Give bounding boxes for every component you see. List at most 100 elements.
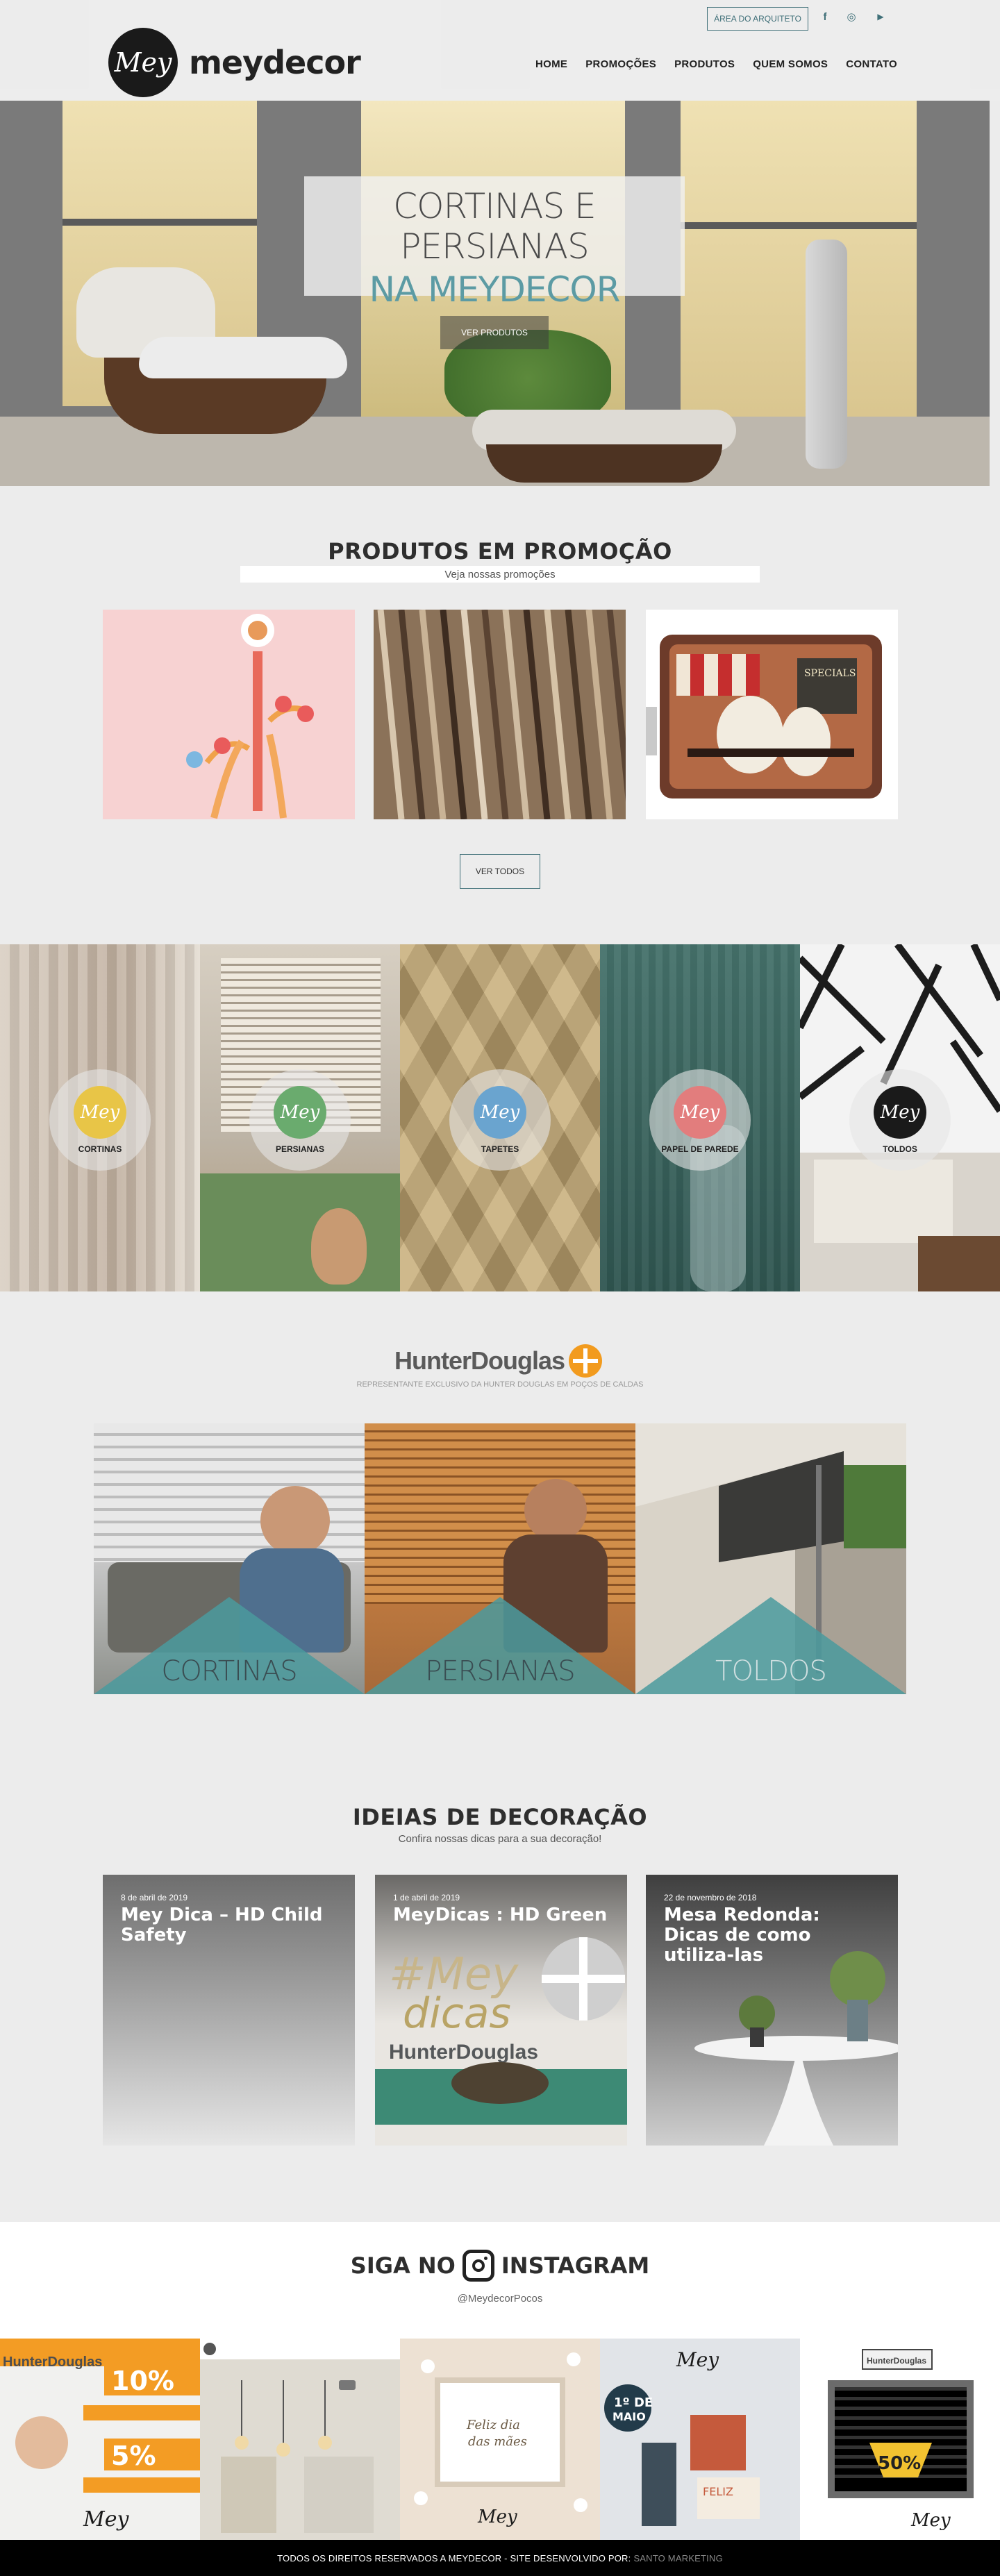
svg-text:dicas: dicas <box>403 1989 511 2038</box>
architect-area-button[interactable]: ÁREA DO ARQUITETO <box>707 7 808 31</box>
nav-home[interactable]: HOME <box>535 58 567 70</box>
instagram-icon <box>462 2250 494 2282</box>
instagram-handle[interactable]: @MeydecorPocos <box>0 2293 1000 2305</box>
hunter-douglas-panels: CORTINAS PERSIANAS TOLDOS <box>94 1423 906 1694</box>
category-badge: Mey CORTINAS <box>49 1069 151 1171</box>
ideas-subtitle: Confira nossas dicas para a sua decoraçã… <box>398 1833 602 1845</box>
instagram-title[interactable]: SIGA NO INSTAGRAM <box>0 2250 1000 2282</box>
persianas-vase <box>311 1208 367 1285</box>
category-label: PERSIANAS <box>275 1144 324 1154</box>
site-header: Mey meydecor ÁREA DO ARQUITETO f ◎ ▶ HOM… <box>0 0 1000 101</box>
hunter-douglas-logo: HunterDouglas <box>394 1344 603 1378</box>
hunter-douglas-star-icon <box>569 1344 603 1378</box>
panel-label: CORTINAS <box>161 1655 297 1687</box>
cowhide-rug-image <box>374 610 626 819</box>
category-tapetes[interactable]: Mey TAPETES <box>400 944 600 1291</box>
hero-banner: CORTINAS E PERSIANAS NA MEYDECOR VER PRO… <box>0 101 990 486</box>
hero-ottoman-base <box>486 444 722 483</box>
category-badge: Mey TAPETES <box>449 1069 551 1171</box>
category-papel-de-parede[interactable]: Mey PAPEL DE PAREDE <box>600 944 800 1291</box>
svg-text:HunterDouglas: HunterDouglas <box>867 2356 926 2366</box>
mey-logo-icon: Mey <box>674 1086 726 1139</box>
category-badge: Mey PERSIANAS <box>249 1069 351 1171</box>
promo-subtitle: Veja nossas promoções <box>240 566 760 583</box>
category-label: TOLDOS <box>883 1144 917 1154</box>
blog-post-title: MeyDicas : HD Green <box>393 1905 608 1925</box>
site-footer: TODOS OS DIREITOS RESERVADOS A MEYDECOR … <box>0 2540 1000 2576</box>
promo-title: PRODUTOS EM PROMOÇÃO <box>328 538 672 564</box>
hero-subheadline: NA MEYDECOR <box>369 269 621 310</box>
promo-product-card[interactable] <box>103 610 355 819</box>
blog-post-card[interactable]: #Mey dicas HunterDouglas 1 de abril de 2… <box>375 1875 627 2146</box>
persianas-room <box>200 1173 400 1291</box>
panel-cortinas[interactable]: CORTINAS <box>94 1423 365 1694</box>
blog-post-date: 8 de abril de 2019 <box>121 1893 188 1902</box>
panel-label: TOLDOS <box>715 1655 827 1687</box>
category-cortinas[interactable]: Mey CORTINAS <box>0 944 200 1291</box>
nav-quem-somos[interactable]: QUEM SOMOS <box>753 58 828 70</box>
blog-post-card[interactable]: 8 de abril de 2019 Mey Dica – HD Child S… <box>103 1875 355 2146</box>
zebra-shade <box>94 1423 365 1562</box>
view-products-button[interactable]: VER PRODUTOS <box>440 316 549 349</box>
category-label: TAPETES <box>481 1144 519 1154</box>
instagram-post[interactable] <box>200 2339 400 2540</box>
site-logo[interactable]: Mey meydecor <box>108 28 361 97</box>
mey-logo-icon: Mey <box>274 1086 326 1139</box>
svg-text:Mey: Mey <box>477 2507 517 2527</box>
category-strip: Mey CORTINAS Mey PERSIANAS Mey TAPETES M… <box>0 944 1000 1291</box>
labor-day-post-image: Mey 1º DE MAIO FELIZ <box>600 2339 800 2540</box>
blog-post-title: Mesa Redonda: Dicas de como utiliza-las <box>664 1905 820 1966</box>
chef-wall-art-image: SPECIALS <box>646 610 898 819</box>
mey-logo-icon: Mey <box>74 1086 126 1139</box>
hero-window-right <box>681 101 917 427</box>
category-persianas[interactable]: Mey PERSIANAS <box>200 944 400 1291</box>
category-toldos[interactable]: Mey TOLDOS <box>800 944 1000 1291</box>
instagram-post[interactable]: Feliz dia das mães Mey <box>400 2339 600 2540</box>
svg-text:HunterDouglas: HunterDouglas <box>3 2355 102 2370</box>
svg-text:Mey: Mey <box>676 2348 719 2371</box>
footer-developer-link[interactable]: SANTO MARKETING <box>633 2553 722 2564</box>
discount-post-image: HunterDouglas 10% 5% Mey <box>0 2339 200 2540</box>
panel-persianas[interactable]: PERSIANAS <box>365 1423 635 1694</box>
architect-post-image <box>200 2339 400 2540</box>
promo-product-card[interactable] <box>374 610 626 819</box>
category-badge: Mey PAPEL DE PAREDE <box>649 1069 751 1171</box>
svg-text:HunterDouglas: HunterDouglas <box>389 2041 538 2064</box>
instagram-post[interactable]: Mey 1º DE MAIO FELIZ <box>600 2339 800 2540</box>
category-label: PAPEL DE PAREDE <box>661 1144 739 1154</box>
woman-figure <box>524 1479 587 1541</box>
panel-toldos[interactable]: TOLDOS <box>635 1423 906 1694</box>
view-all-button[interactable]: VER TODOS <box>460 854 540 889</box>
youtube-icon[interactable]: ▶ <box>872 8 889 25</box>
svg-text:Mey: Mey <box>910 2510 951 2531</box>
instagram-icon[interactable]: ◎ <box>843 8 860 25</box>
nav-contato[interactable]: CONTATO <box>846 58 897 70</box>
growth-chart-sticker-image <box>103 610 355 819</box>
hunter-douglas-subtitle: REPRESENTANTE EXCLUSIVO DA HUNTER DOUGLA… <box>356 1380 644 1389</box>
facebook-icon[interactable]: f <box>817 8 833 25</box>
mey-logo-icon: Mey <box>474 1086 526 1139</box>
nav-produtos[interactable]: PRODUTOS <box>674 58 735 70</box>
main-nav: HOME PROMOÇÕES PRODUTOS QUEM SOMOS CONTA… <box>535 58 897 70</box>
category-label: CORTINAS <box>78 1144 122 1154</box>
instagram-feed: HunterDouglas 10% 5% Mey Feliz dia das m… <box>0 2339 1000 2540</box>
svg-text:Feliz dia: Feliz dia <box>466 2418 520 2432</box>
promo-product-card[interactable]: SPECIALS <box>646 610 898 819</box>
panel-label: PERSIANAS <box>425 1655 575 1687</box>
hunter-douglas-wordmark: HunterDouglas <box>394 1346 565 1375</box>
hero-lamp <box>806 240 847 469</box>
svg-text:5%: 5% <box>111 2441 156 2471</box>
svg-text:FELIZ: FELIZ <box>703 2485 733 2498</box>
logo-mark: Mey <box>108 28 178 97</box>
svg-text:MAIO: MAIO <box>612 2410 646 2423</box>
promo-50-post-image: HunterDouglas 50% Mey <box>800 2339 1000 2540</box>
instagram-post[interactable]: HunterDouglas 50% Mey <box>800 2339 1000 2540</box>
instagram-title-left: SIGA NO <box>350 2252 456 2279</box>
ideas-title: IDEIAS DE DECORAÇÃO <box>352 1804 648 1830</box>
svg-text:SPECIALS: SPECIALS <box>804 668 856 679</box>
blog-post-card[interactable]: 22 de novembro de 2018 Mesa Redonda: Dic… <box>646 1875 898 2146</box>
hero-headline-box: CORTINAS E PERSIANAS NA MEYDECOR <box>304 176 685 310</box>
nav-promocoes[interactable]: PROMOÇÕES <box>585 58 656 70</box>
instagram-post[interactable]: HunterDouglas 10% 5% Mey <box>0 2339 200 2540</box>
woman-figure <box>260 1486 330 1555</box>
